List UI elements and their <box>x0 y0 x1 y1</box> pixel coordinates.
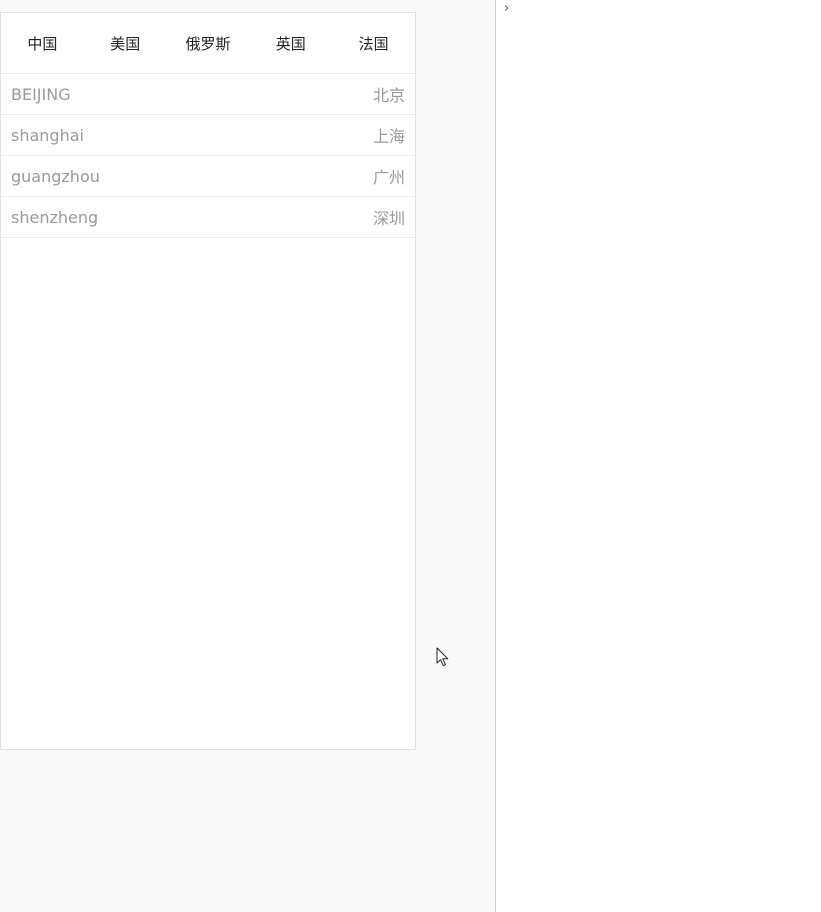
city-list: BEIJING 北京 shanghai 上海 guangzhou 广州 shen… <box>1 74 415 238</box>
mouse-cursor-icon <box>436 647 449 667</box>
city-name: 上海 <box>372 127 405 146</box>
mobile-page: 中国 美国 俄罗斯 英国 法国 BEIJING 北京 shanghai 上海 g… <box>0 12 416 750</box>
city-row-beijing[interactable]: BEIJING 北京 <box>1 74 415 115</box>
country-tab-bar: 中国 美国 俄罗斯 英国 法国 <box>1 13 415 74</box>
city-name: 深圳 <box>372 209 405 228</box>
tab-usa[interactable]: 美国 <box>84 13 167 73</box>
city-row-guangzhou[interactable]: guangzhou 广州 <box>1 156 415 197</box>
city-row-shenzheng[interactable]: shenzheng 深圳 <box>1 197 415 238</box>
city-pinyin: shanghai <box>11 125 84 145</box>
city-name: 广州 <box>372 168 405 187</box>
chevron-right-icon[interactable]: › <box>504 1 509 16</box>
city-pinyin: guangzhou <box>11 166 100 186</box>
devtools-panel: › <box>496 0 821 912</box>
city-name: 北京 <box>372 86 405 105</box>
tab-france[interactable]: 法国 <box>332 13 415 73</box>
city-pinyin: BEIJING <box>11 84 71 104</box>
tab-russia[interactable]: 俄罗斯 <box>167 13 250 73</box>
city-pinyin: shenzheng <box>11 207 99 227</box>
tab-uk[interactable]: 英国 <box>249 13 332 73</box>
tab-china[interactable]: 中国 <box>1 13 84 73</box>
preview-pane: 中国 美国 俄罗斯 英国 法国 BEIJING 北京 shanghai 上海 g… <box>0 0 496 912</box>
city-row-shanghai[interactable]: shanghai 上海 <box>1 115 415 156</box>
